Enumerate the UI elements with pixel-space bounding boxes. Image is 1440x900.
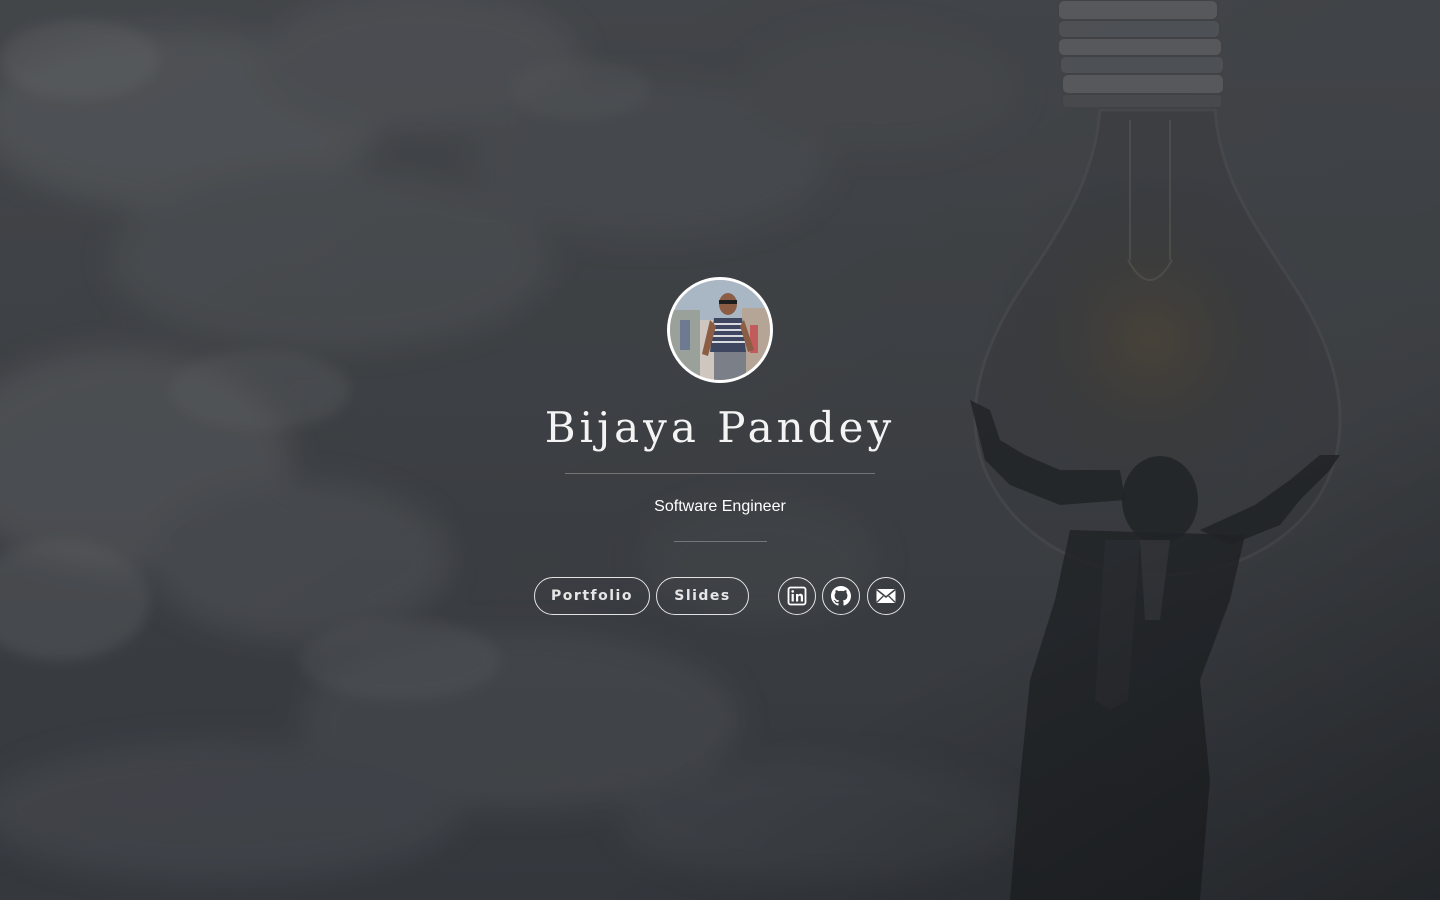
linkedin-link[interactable]	[778, 577, 816, 615]
github-link[interactable]	[822, 577, 860, 615]
github-icon	[831, 586, 851, 606]
portfolio-button[interactable]: Portfolio	[534, 577, 650, 615]
avatar	[667, 277, 773, 383]
title-divider	[674, 541, 767, 542]
slides-button[interactable]: Slides	[656, 577, 749, 615]
name-divider	[565, 473, 875, 474]
profile-card: Bijaya Pandey Software Engineer Portfoli…	[0, 0, 1440, 900]
profile-name: Bijaya Pandey	[544, 403, 896, 452]
linkedin-icon	[787, 586, 807, 606]
email-link[interactable]	[867, 577, 905, 615]
email-icon	[876, 588, 896, 604]
profile-title: Software Engineer	[654, 498, 786, 515]
